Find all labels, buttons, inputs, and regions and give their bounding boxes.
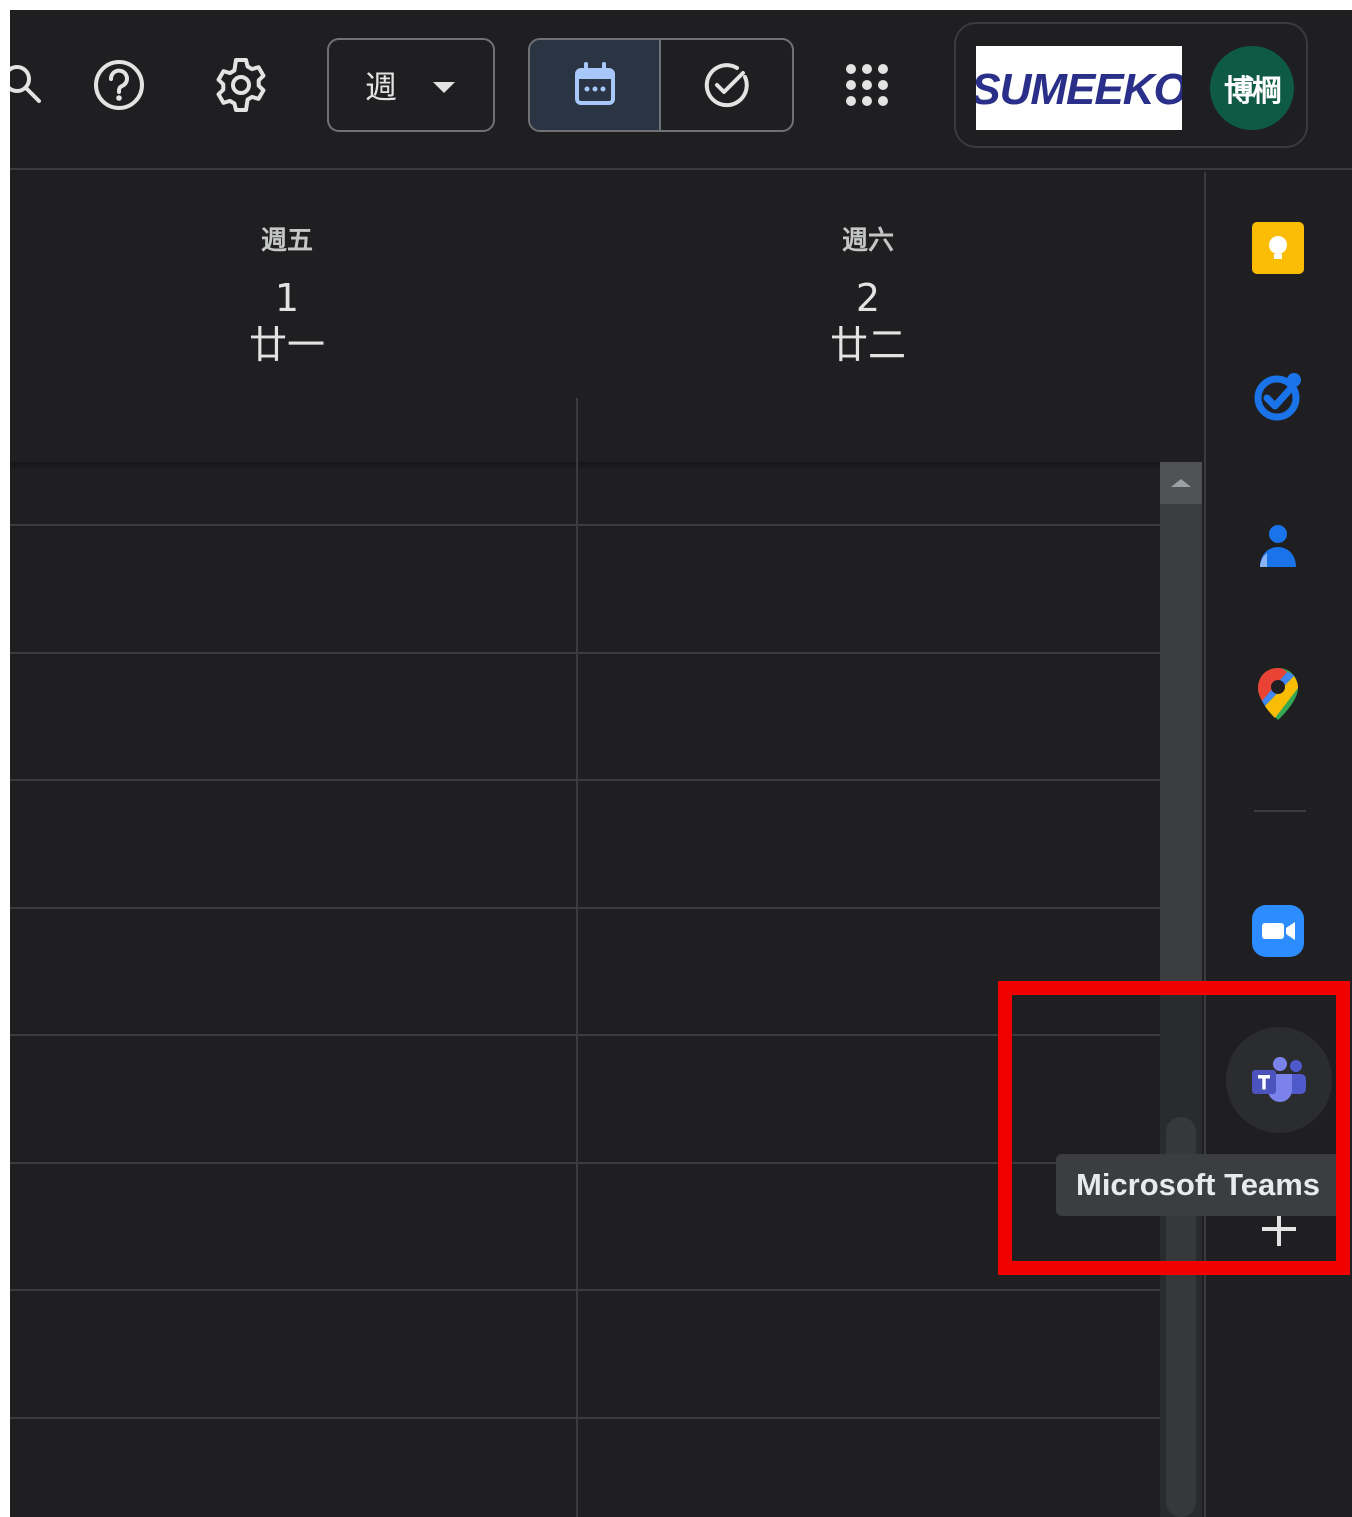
- calendar-view-button[interactable]: [530, 40, 661, 130]
- task-check-icon: [704, 63, 749, 108]
- all-day-separator: [10, 462, 1160, 470]
- hour-gridline: [10, 1417, 1160, 1419]
- day-header-saturday[interactable]: 週六 2 廿二: [771, 172, 965, 372]
- hour-gridline: [10, 524, 1160, 526]
- settings-gear-icon[interactable]: [206, 50, 276, 120]
- tasks-view-button[interactable]: [661, 40, 792, 130]
- contacts-icon[interactable]: [1246, 514, 1310, 578]
- zoom-video-icon[interactable]: [1246, 899, 1310, 963]
- day-header-friday[interactable]: 週五 1 廿一: [190, 172, 384, 372]
- day-of-week-label: 週六: [841, 226, 894, 256]
- calendar-icon: [574, 62, 615, 105]
- organization-logo: SUMEEKO: [976, 46, 1182, 130]
- day-of-week-label: 週五: [260, 226, 313, 256]
- hour-gridline: [10, 1034, 1160, 1036]
- hour-gridline: [10, 652, 1160, 654]
- highlight-box: [998, 981, 1350, 1275]
- scroll-up-arrow-icon[interactable]: [1160, 462, 1202, 504]
- view-toggle-group: [528, 38, 794, 132]
- week-view-grid: 週五 1 廿一 週六 2 廿二: [10, 172, 1204, 1517]
- day-column-divider: [576, 398, 578, 1517]
- maps-pin-icon[interactable]: [1246, 662, 1310, 726]
- view-select-dropdown[interactable]: 週: [327, 38, 495, 132]
- avatar[interactable]: 博棡: [1210, 46, 1294, 130]
- logo-text: SUMEEKO: [976, 65, 1182, 114]
- apps-grid-icon[interactable]: [832, 50, 902, 120]
- hour-gridline: [10, 779, 1160, 781]
- hour-gridline: [10, 1289, 1160, 1291]
- side-panel-separator: [1254, 810, 1306, 812]
- chevron-down-icon: [433, 82, 455, 93]
- tasks-app-icon[interactable]: [1246, 364, 1310, 428]
- keep-icon[interactable]: [1246, 216, 1310, 280]
- view-select-label: 週: [365, 68, 398, 106]
- calendar-app: 週 SUMEEKO 博棡 週五 1 廿一 週六 2 廿二 Microsoft T…: [10, 10, 1352, 1517]
- account-area[interactable]: SUMEEKO 博棡: [954, 22, 1308, 148]
- top-bar: 週 SUMEEKO 博棡: [10, 10, 1352, 170]
- help-icon[interactable]: [84, 50, 154, 120]
- side-panel: [1206, 172, 1352, 1517]
- lunar-date-label: 廿二: [829, 323, 906, 367]
- hour-gridline: [10, 1162, 1160, 1164]
- lunar-date-label: 廿一: [248, 323, 325, 367]
- hour-gridline: [10, 907, 1160, 909]
- search-icon[interactable]: [10, 50, 58, 120]
